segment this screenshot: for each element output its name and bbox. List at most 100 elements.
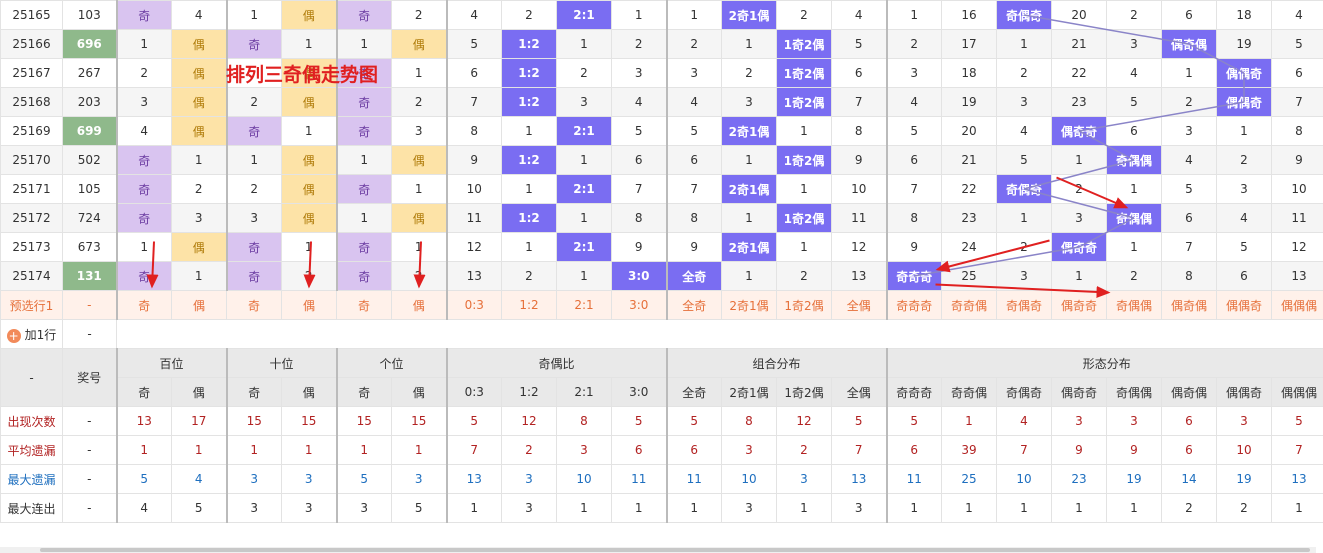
shape-cell: 8: [1161, 261, 1217, 291]
combo-cell: 2奇1偶: [721, 0, 777, 30]
digit-parity-cell: 1: [335, 29, 392, 59]
preset-row-label: 预选行1: [0, 290, 63, 320]
combo-cell: 2: [721, 58, 777, 88]
scrollbar-thumb[interactable]: [40, 548, 1310, 552]
preset-option[interactable]: 1奇2偶: [776, 290, 832, 320]
trend-table: 25165 103 奇 4 1 偶奇 2 4 2 2:1 1 1 2奇1偶 2 4 1 16 奇偶奇 20 2 6 18 4…: [0, 0, 1323, 523]
digit-parity-cell: 2: [171, 174, 227, 204]
stats-value: 2: [1216, 493, 1272, 523]
combo-cell: 5: [665, 116, 722, 146]
shape-cell: 10: [1271, 174, 1323, 204]
preset-option[interactable]: 偶奇偶: [1161, 290, 1217, 320]
shape-cell: 1: [1051, 261, 1107, 291]
preset-option[interactable]: 奇: [115, 290, 172, 320]
stats-value: 7: [831, 435, 887, 465]
preset-option[interactable]: 偶: [171, 290, 227, 320]
digit-parity-cell: 偶: [391, 145, 447, 175]
shape-cell: 3: [885, 58, 942, 88]
shape-cell: 4: [1106, 58, 1162, 88]
digit-parity-cell: 奇: [225, 232, 282, 262]
add-row-label: 加1行: [24, 327, 57, 342]
ratio-cell: 2:1: [556, 0, 612, 30]
shape-cell: 偶奇偶: [1161, 29, 1217, 59]
preset-option[interactable]: 2:1: [556, 290, 612, 320]
award-number: 105: [62, 174, 117, 204]
preset-option[interactable]: 3:0: [611, 290, 667, 320]
preset-option[interactable]: 奇奇偶: [941, 290, 997, 320]
digit-parity-cell: 偶: [171, 232, 227, 262]
stats-value: 6: [885, 435, 942, 465]
stats-value: 7: [996, 435, 1052, 465]
ratio-cell: 7: [445, 87, 502, 117]
shape-cell: 7: [885, 174, 942, 204]
preset-option[interactable]: 全奇: [665, 290, 722, 320]
combo-cell: 1: [721, 145, 777, 175]
shape-cell: 2: [1106, 261, 1162, 291]
stats-value: 9: [1051, 435, 1107, 465]
stats-row: 最大遗漏 -5 4 3 3 5 3 13 3 10 11 11 10 3 13 11 25 10 23 19 14 19 1…: [0, 464, 1323, 494]
preset-option[interactable]: 0:3: [445, 290, 502, 320]
combo-cell: 7: [665, 174, 722, 204]
shape-cell: 16: [941, 0, 997, 30]
ratio-cell: 1: [501, 174, 557, 204]
stats-placeholder: -: [62, 435, 117, 465]
digit-parity-cell: 奇: [335, 116, 392, 146]
ratio-cell: 6: [445, 58, 502, 88]
combo-cell: 1奇2偶: [776, 58, 832, 88]
header-subcolumn: 偶: [171, 377, 227, 407]
shape-cell: 5: [1161, 174, 1217, 204]
shape-cell: 9: [885, 232, 942, 262]
ratio-cell: 3:0: [611, 261, 667, 291]
header-subcolumn: 奇: [335, 377, 392, 407]
add-row-button[interactable]: + 加1行: [0, 319, 63, 349]
preset-option[interactable]: 偶奇奇: [1051, 290, 1107, 320]
stats-value: 5: [665, 406, 722, 436]
preset-row[interactable]: 预选行1- 奇偶奇偶奇偶 0:3 1:2 2:1 3:0 全奇 2奇1偶 1奇2偶 全偶 奇奇奇 奇奇…: [0, 290, 1323, 320]
preset-option[interactable]: 奇: [336, 290, 392, 320]
award-number: 131: [62, 261, 117, 291]
preset-option[interactable]: 奇偶奇: [996, 290, 1052, 320]
preset-option[interactable]: 奇: [226, 290, 282, 320]
stats-value: 3: [721, 493, 777, 523]
stats-value: 14: [1161, 464, 1217, 494]
header-subcolumn: 偶奇奇: [1051, 377, 1107, 407]
preset-option[interactable]: 2奇1偶: [721, 290, 777, 320]
shape-cell: 7: [1161, 232, 1217, 262]
preset-option[interactable]: 奇偶偶: [1106, 290, 1162, 320]
stats-value: 1: [665, 493, 722, 523]
ratio-cell: 1:2: [501, 58, 557, 88]
combo-cell: 2: [776, 0, 832, 30]
header-subcolumn: 奇: [225, 377, 282, 407]
stats-value: 2: [501, 435, 557, 465]
award-number: 502: [62, 145, 117, 175]
digit-parity-cell: 偶: [171, 58, 227, 88]
ratio-cell: 2:1: [556, 232, 612, 262]
issue-number: 25168: [0, 87, 63, 117]
preset-option[interactable]: 偶: [391, 290, 447, 320]
digit-parity-cell: 奇: [225, 261, 282, 291]
ratio-cell: 2: [501, 0, 557, 30]
stats-value: 1: [941, 493, 997, 523]
shape-cell: 18: [941, 58, 997, 88]
digit-parity-cell: 偶: [281, 145, 337, 175]
header-subcolumn: 奇偶奇: [996, 377, 1052, 407]
stats-value: 5: [885, 406, 942, 436]
ratio-cell: 1:2: [501, 87, 557, 117]
preset-option[interactable]: 偶偶奇: [1216, 290, 1272, 320]
stats-header-row: - 奖号 百位 十位 个位 奇偶比 组合分布 形态分布: [0, 348, 1323, 407]
horizontal-scrollbar[interactable]: [0, 547, 1316, 553]
header-group: 个位: [335, 348, 447, 378]
preset-option[interactable]: 1:2: [501, 290, 557, 320]
shape-cell: 1: [1106, 174, 1162, 204]
preset-option[interactable]: 偶偶偶: [1271, 290, 1323, 320]
combo-cell: 6: [665, 145, 722, 175]
stats-value: 10: [556, 464, 612, 494]
shape-cell: 奇奇奇: [885, 261, 942, 291]
combo-cell: 1奇2偶: [776, 145, 832, 175]
preset-option[interactable]: 偶: [281, 290, 337, 320]
ratio-cell: 7: [611, 174, 667, 204]
stats-row: 最大连出 -4 5 3 3 3 5 1 3 1 1 1 3 1 3 1 1 1 1 1 2 2 1: [0, 493, 1323, 523]
preset-option[interactable]: 奇奇奇: [885, 290, 942, 320]
preset-option[interactable]: 全偶: [831, 290, 887, 320]
shape-cell: 奇偶奇: [996, 0, 1052, 30]
